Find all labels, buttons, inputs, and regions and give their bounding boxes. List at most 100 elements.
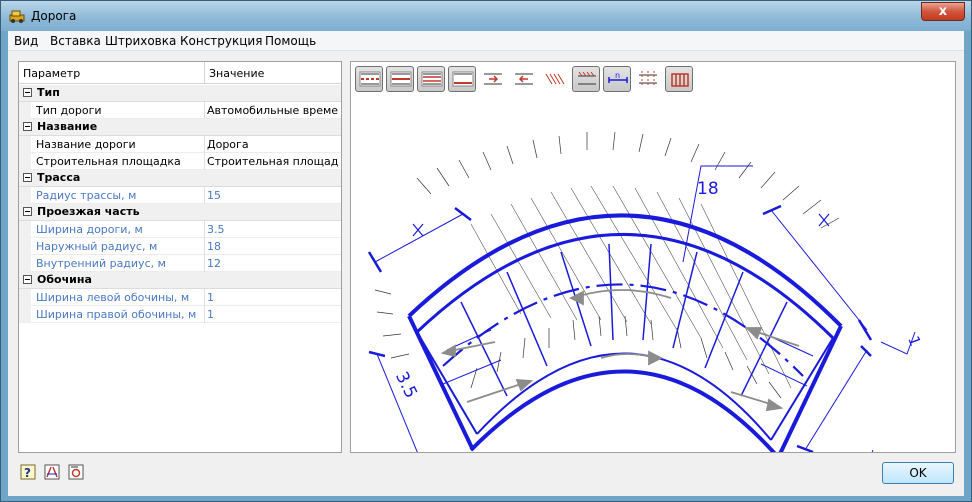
property-value[interactable]: 15 [207,189,339,202]
property-name: Ширина правой обочины, м [36,308,197,321]
toolbar-button-lane-double-red[interactable] [417,66,445,92]
property-row[interactable]: Радиус трассы, м 15 [19,187,341,204]
row-gutter [19,306,31,323]
toolbar-button-dimension[interactable] [634,66,662,92]
collapse-toggle-icon[interactable] [23,275,32,284]
collapse-toggle-icon[interactable] [23,173,32,182]
barrier-icon [671,73,689,87]
property-value[interactable]: 18 [207,240,339,253]
road-app-icon [9,10,25,23]
preview-pane: n 18 3.5 1 [350,61,956,453]
property-name: Строительная площадка [36,155,181,168]
row-gutter [19,238,31,255]
property-value[interactable]: Строительная площад… [207,155,339,168]
collapse-toggle-icon[interactable] [23,207,32,216]
property-row[interactable]: Ширина левой обочины, м 1 [19,289,341,306]
toolbar-button-barrier[interactable] [665,66,693,92]
toolbar-button-lane-red-bottom[interactable] [448,66,476,92]
category-label: Название [37,120,98,133]
property-row[interactable]: Внутренний радиус, м 12 [19,255,341,272]
toolbar-button-lane-arrow-right[interactable] [479,66,507,92]
menu-construction[interactable]: Конструкция [180,34,262,48]
help-icon[interactable]: ? [20,464,36,480]
settings-document-icon[interactable] [68,464,84,480]
cell-divider [204,136,205,153]
road-section-icon[interactable] [44,464,60,480]
menu-view[interactable]: Вид [14,34,38,48]
property-value[interactable]: Автомобильные време… [207,104,339,117]
property-value[interactable]: 1 [207,291,339,304]
window-title: Дорога [31,9,77,23]
menu-insert[interactable]: Вставка [50,34,101,48]
property-value[interactable]: 12 [207,257,339,270]
toolbar-button-hatch[interactable] [541,66,569,92]
cell-divider [204,153,205,170]
property-name: Ширина дороги, м [36,223,143,236]
svg-text:?: ? [24,466,31,480]
row-gutter [19,289,31,306]
cell-divider [204,102,205,119]
row-gutter [19,255,31,272]
row-gutter [19,136,31,153]
collapse-toggle-icon[interactable] [23,88,32,97]
lane-arrow-left-icon [515,73,533,85]
lane-red-center-icon [390,71,412,87]
property-grid: Параметр Значение Тип Тип дороги Автомобил… [18,61,342,453]
toolbar-button-lane-arrow-left[interactable] [510,66,538,92]
category-row[interactable]: Трасса [19,170,341,187]
column-divider [204,62,205,84]
traffic-arrows [440,289,800,412]
category-row[interactable]: Тип [19,85,341,102]
property-name: Ширина левой обочины, м [36,291,190,304]
property-row[interactable]: Наружный радиус, м 18 [19,238,341,255]
property-row[interactable]: Ширина дороги, м 3.5 [19,221,341,238]
curb-hatch-icon [578,71,596,85]
drawing-toolbar: n [355,66,953,94]
property-grid-header: Параметр Значение [19,62,341,84]
close-button[interactable]: x [921,2,965,21]
menu-help[interactable]: Помощь [265,34,316,48]
cell-divider [204,306,205,323]
property-name: Тип дороги [36,104,102,117]
dimension-ticks [367,204,873,452]
lane-red-bottom-icon [452,71,474,87]
row-gutter [19,102,31,119]
category-row[interactable]: Проезжая часть [19,204,341,221]
cell-divider [204,221,205,238]
lane-count-icon: n [608,71,628,83]
category-row[interactable]: Название [19,119,341,136]
menu-hatching[interactable]: Штриховка [105,34,176,48]
category-label: Трасса [37,171,81,184]
column-header-value[interactable]: Значение [209,67,264,80]
toolbar-button-curb-hatch[interactable] [572,66,600,92]
cell-divider [204,238,205,255]
dialog-window: Дорога x Вид Вставка Штриховка Конструкц… [0,0,972,502]
property-row[interactable]: Строительная площадка Строительная площад… [19,153,341,170]
toolbar-button-lane-count[interactable]: n [603,66,631,92]
dimension-icon [639,71,657,87]
property-name: Радиус трассы, м [36,189,137,202]
lane-dashed-center-icon [359,71,381,87]
property-name: Внутренний радиус, м [36,257,166,270]
property-row[interactable]: Название дороги Дорога [19,136,341,153]
title-bar[interactable]: Дорога x [1,1,971,31]
column-header-parameter[interactable]: Параметр [23,67,80,80]
category-label: Тип [37,86,60,99]
collapse-toggle-icon[interactable] [23,122,32,131]
toolbar-button-lane-red-center[interactable] [386,66,414,92]
cell-divider [204,187,205,204]
property-value[interactable]: 1 [207,308,339,321]
menu-bar: Вид Вставка Штриховка Конструкция Помощь [8,31,964,51]
road-outline [407,213,843,452]
road-curve-drawing: 18 3.5 15 12 1 1 [367,131,924,452]
hatch-icon [545,73,565,85]
category-label: Проезжая часть [37,205,140,218]
property-row[interactable]: Тип дороги Автомобильные време… [19,102,341,119]
category-row[interactable]: Обочина [19,272,341,289]
property-value[interactable]: 3.5 [207,223,339,236]
outer-radius-label: 18 [697,179,719,199]
ok-button[interactable]: OK [882,462,954,484]
property-row[interactable]: Ширина правой обочины, м 1 [19,306,341,323]
toolbar-button-lane-dashed-center[interactable] [355,66,383,92]
property-value[interactable]: Дорога [207,138,339,151]
